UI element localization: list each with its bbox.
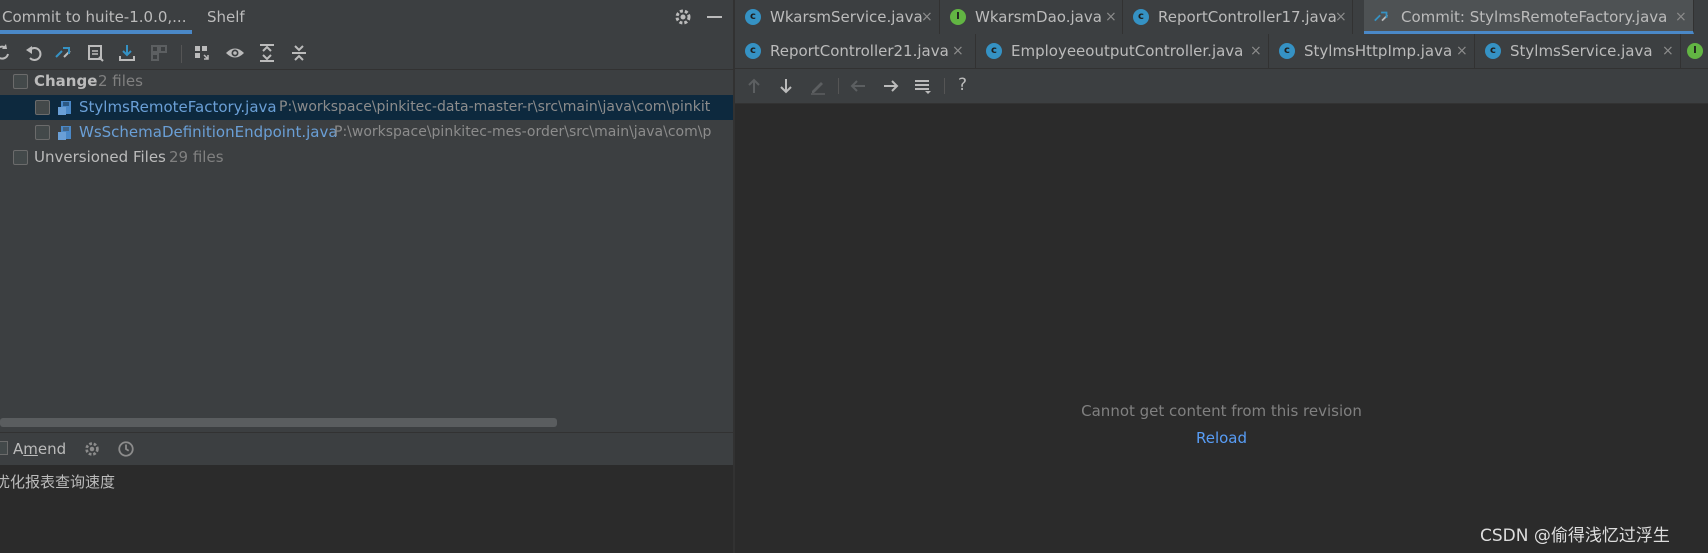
eye-icon[interactable]	[225, 43, 245, 63]
amend-bar: Amend	[0, 432, 733, 465]
class-icon: c	[1279, 43, 1295, 59]
commit-toolbar	[0, 37, 733, 70]
class-icon: c	[986, 43, 1002, 59]
file-row[interactable]: StylmsRemoteFactory.java P:\workspace\pi…	[0, 95, 733, 120]
tab-employeeoutput-controller[interactable]: c EmployeeoutputController.java ×	[976, 34, 1269, 68]
file-path: P:\workspace\pinkitec-mes-order\src\main…	[334, 124, 712, 140]
tab-shelf[interactable]: Shelf	[207, 0, 245, 34]
shelve-icon[interactable]	[149, 43, 169, 63]
change-group-checkbox[interactable]	[13, 74, 28, 89]
class-icon: c	[1485, 43, 1501, 59]
watermark: CSDN @偷得浅忆过浮生	[1480, 526, 1670, 546]
commit-options-gear-icon[interactable]	[83, 440, 101, 458]
previous-difference-icon[interactable]	[745, 77, 763, 95]
close-tab-icon[interactable]: ×	[1662, 34, 1674, 68]
tab-report-controller-17[interactable]: c ReportController17.java ×	[1123, 0, 1353, 34]
minimize-icon[interactable]	[707, 16, 722, 18]
change-group-row[interactable]: Change 2 files	[0, 69, 733, 94]
file-list-icon[interactable]	[914, 77, 932, 95]
changelist-icon[interactable]	[86, 43, 106, 63]
commit-panel: Commit to huite-1.0.0,... Shelf Change 2…	[0, 0, 733, 553]
interface-icon: I	[950, 9, 966, 25]
tab-commit[interactable]: Commit to huite-1.0.0,...	[2, 0, 186, 34]
compare-previous-file-icon[interactable]	[849, 77, 867, 95]
change-group-count: 2 files	[98, 72, 143, 90]
empty-content-message: Cannot get content from this revision	[1081, 402, 1362, 420]
close-tab-icon[interactable]: ×	[921, 0, 933, 34]
tab-label: ReportController21.java	[770, 42, 949, 60]
group-by-icon[interactable]	[192, 43, 212, 63]
tab-label: EmployeeoutputController.java	[1011, 42, 1244, 60]
file-checkbox[interactable]	[35, 125, 50, 140]
file-row[interactable]: WsSchemaDefinitionEndpoint.java P:\works…	[0, 120, 733, 145]
amend-label[interactable]: Amend	[13, 433, 66, 465]
toolbar-separator	[181, 45, 182, 63]
unversioned-group-count: 29 files	[169, 148, 224, 166]
edit-source-icon[interactable]	[809, 77, 827, 95]
diff-icon	[1374, 11, 1389, 22]
unversioned-group-label: Unversioned Files	[34, 148, 166, 166]
update-download-icon[interactable]	[117, 43, 137, 63]
tab-label: Commit: StylmsRemoteFactory.java	[1401, 8, 1668, 26]
tab-commit-diff[interactable]: Commit: StylmsRemoteFactory.java ×	[1364, 0, 1694, 34]
tab-label: StylmsService.java	[1510, 42, 1653, 60]
diff-icon[interactable]	[54, 43, 74, 63]
active-tab-indicator	[0, 30, 192, 34]
history-clock-icon[interactable]	[117, 440, 135, 458]
tab-wkarsm-service[interactable]: c WkarsmService.java ×	[735, 0, 940, 34]
tab-stylms-service[interactable]: c StylmsService.java ×	[1475, 34, 1681, 68]
commit-message-text: 优化报表查询速度	[0, 473, 116, 491]
tab-report-controller-21[interactable]: c ReportController21.java ×	[735, 34, 976, 68]
unversioned-group-row[interactable]: Unversioned Files 29 files	[0, 145, 733, 170]
diff-toolbar: ?	[735, 69, 1708, 104]
close-tab-icon[interactable]: ×	[952, 34, 964, 68]
file-name: StylmsRemoteFactory.java	[79, 98, 277, 116]
change-group-label: Change	[34, 72, 98, 90]
reload-link[interactable]: Reload	[735, 429, 1708, 447]
file-name: WsSchemaDefinitionEndpoint.java	[79, 123, 338, 141]
close-tab-icon[interactable]: ×	[1675, 0, 1687, 34]
horizontal-scrollbar[interactable]	[0, 418, 557, 427]
toolbar-separator	[838, 78, 839, 94]
file-path: P:\workspace\pinkitec-data-master-r\src\…	[279, 99, 711, 115]
file-checkbox[interactable]	[35, 100, 50, 115]
expand-all-icon[interactable]	[257, 43, 277, 63]
class-icon: c	[1133, 9, 1149, 25]
close-tab-icon[interactable]: ×	[1335, 0, 1347, 34]
editor-tabs-row-1: c WkarsmService.java × I WkarsmDao.java …	[735, 0, 1708, 35]
editor-tabs-row-2: c ReportController21.java × c Employeeou…	[735, 34, 1708, 69]
interface-icon: I	[1687, 43, 1703, 59]
tab-wkarsm-dao[interactable]: I WkarsmDao.java ×	[940, 0, 1123, 34]
close-tab-icon[interactable]: ×	[1250, 34, 1262, 68]
commit-panel-header: Commit to huite-1.0.0,... Shelf	[0, 0, 733, 34]
tab-label: StylmsHttpImp.java	[1304, 42, 1453, 60]
toolbar-separator	[944, 78, 945, 94]
tab-label: WkarsmDao.java	[975, 8, 1102, 26]
commit-message-editor[interactable]: 优化报表查询速度	[0, 465, 733, 553]
close-tab-icon[interactable]: ×	[1105, 0, 1117, 34]
java-file-icon	[58, 101, 71, 115]
refresh-icon[interactable]	[0, 43, 12, 63]
tab-label: ReportController17.java	[1158, 8, 1337, 26]
close-tab-icon[interactable]: ×	[1456, 34, 1468, 68]
tab-overflow-interface[interactable]: I	[1681, 34, 1708, 68]
help-icon[interactable]: ?	[958, 75, 976, 95]
tab-stylms-http-imp[interactable]: c StylmsHttpImp.java ×	[1269, 34, 1475, 68]
compare-next-file-icon[interactable]	[882, 77, 900, 95]
unversioned-group-checkbox[interactable]	[13, 150, 28, 165]
tab-label: WkarsmService.java	[770, 8, 923, 26]
class-icon: c	[745, 43, 761, 59]
rollback-icon[interactable]	[24, 43, 44, 63]
amend-checkbox[interactable]	[0, 441, 8, 455]
class-icon: c	[745, 9, 761, 25]
next-difference-icon[interactable]	[777, 77, 795, 95]
collapse-all-icon[interactable]	[289, 43, 309, 63]
java-file-icon	[58, 126, 71, 140]
settings-gear-icon[interactable]	[673, 7, 693, 27]
